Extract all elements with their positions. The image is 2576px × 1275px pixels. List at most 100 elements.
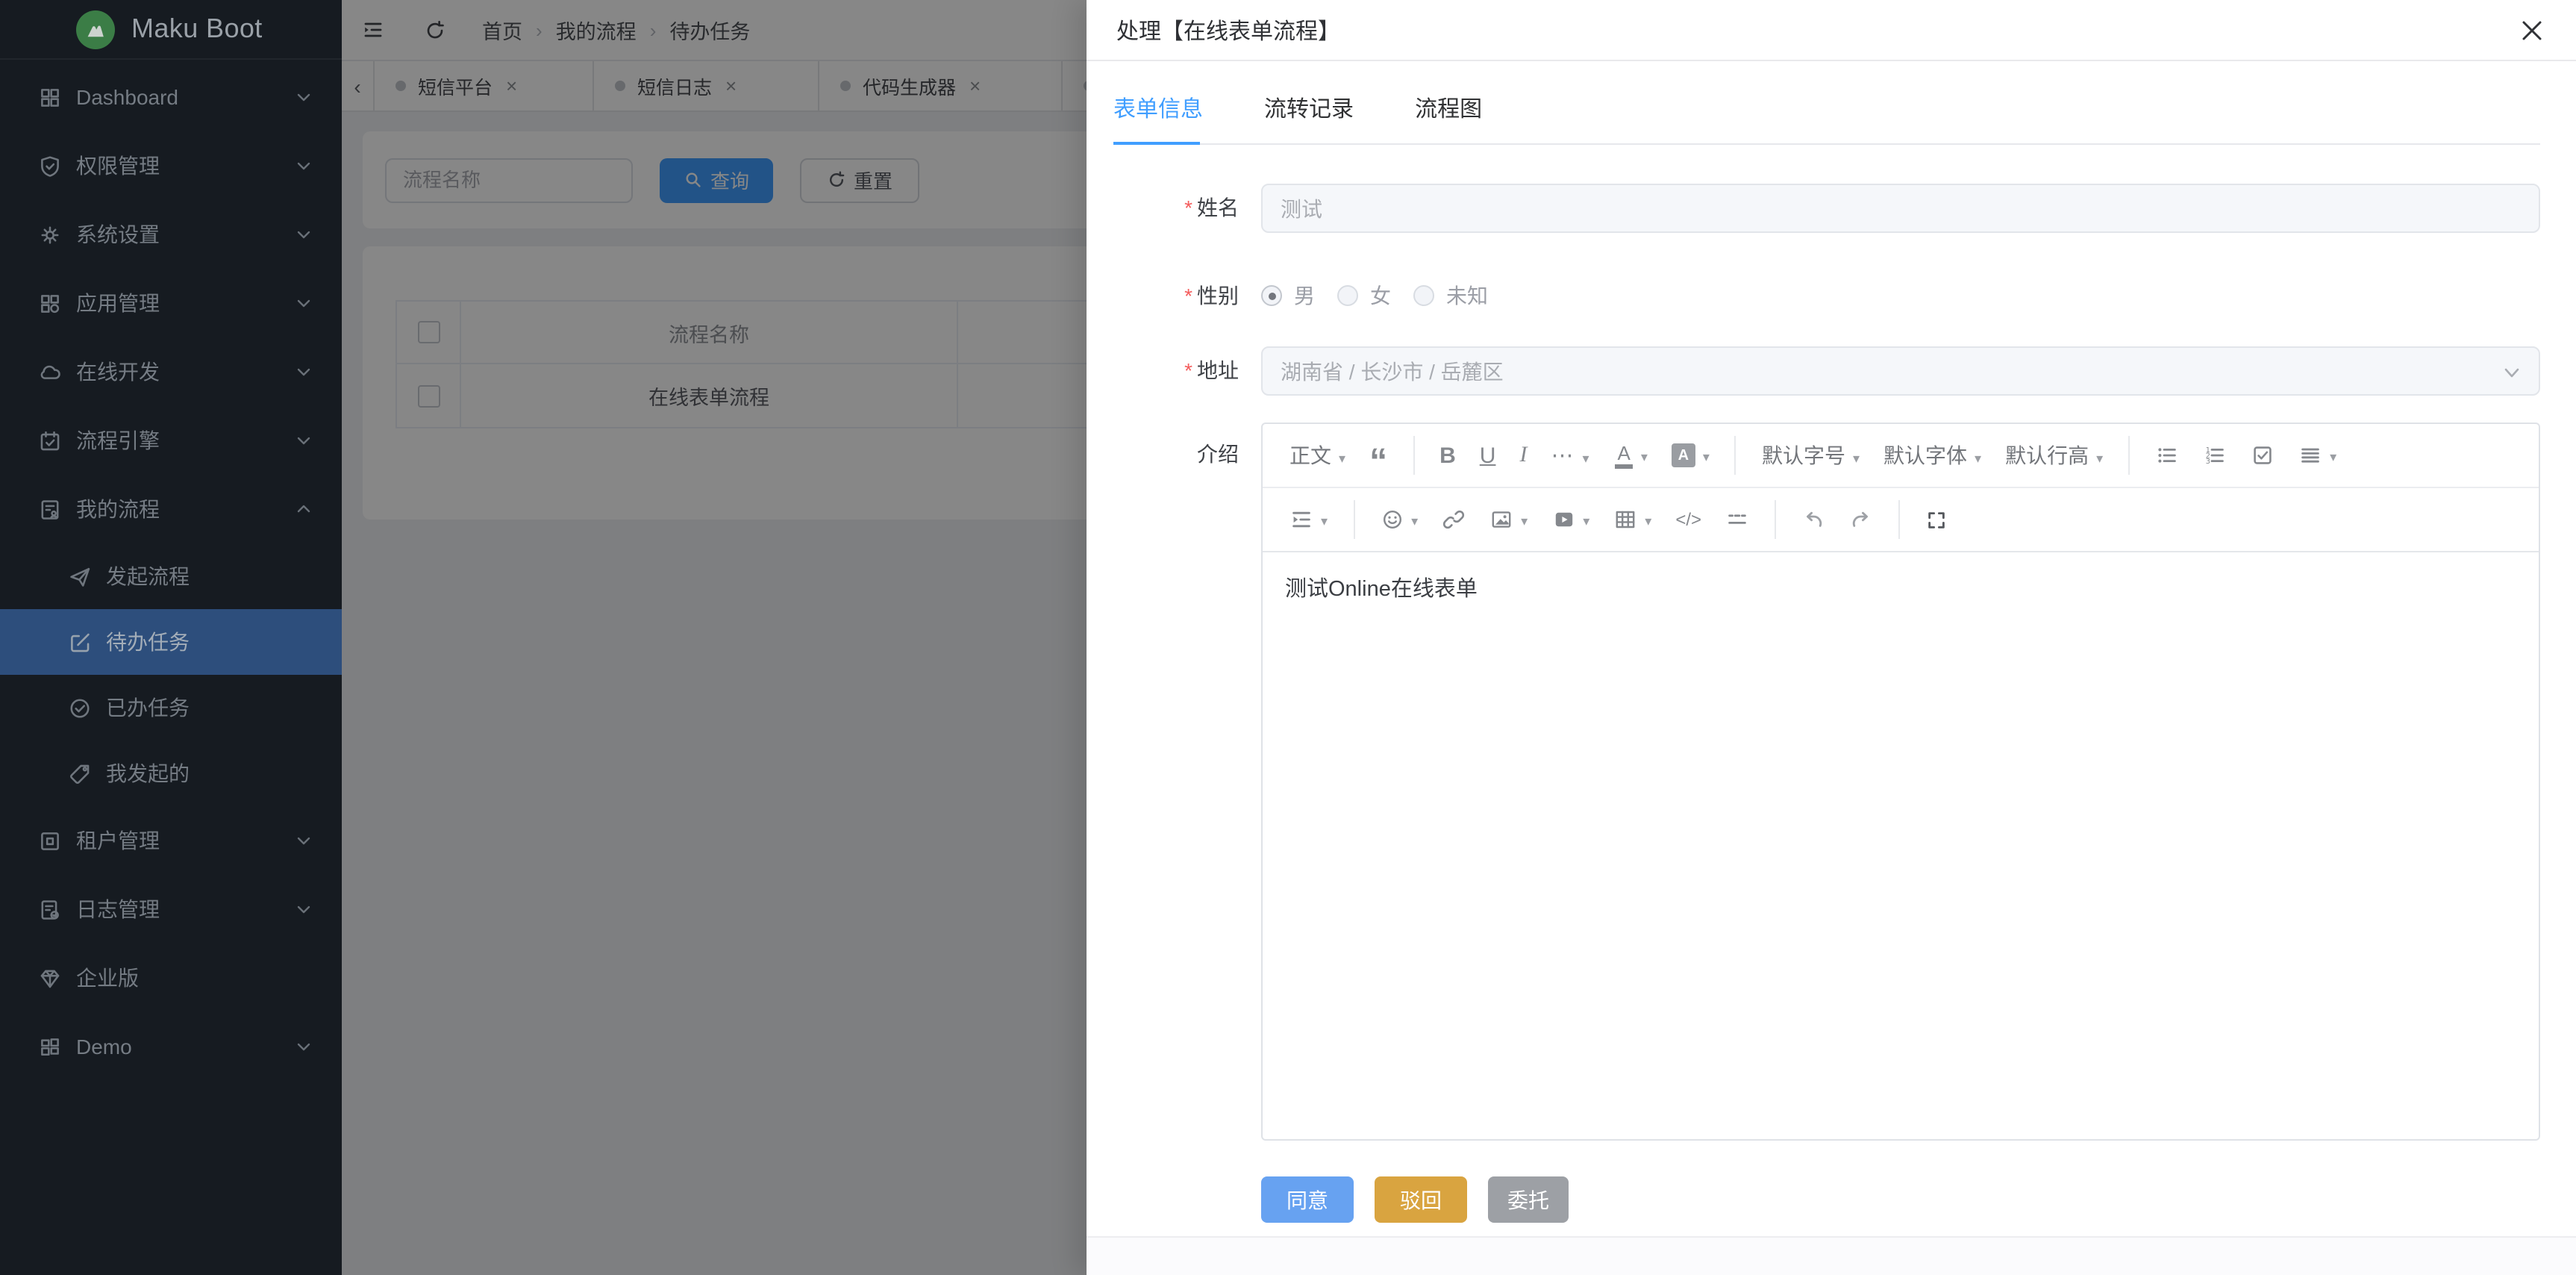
code-block-icon[interactable]: </> bbox=[1668, 499, 1709, 540]
indent-dropdown[interactable] bbox=[1282, 499, 1335, 540]
sidebar-item-demo[interactable]: Demo bbox=[0, 1012, 342, 1081]
paragraph-style-dropdown[interactable]: 正文 bbox=[1282, 434, 1353, 476]
toolbar-divider bbox=[1775, 500, 1776, 539]
caret-icon bbox=[1404, 506, 1418, 533]
app-title: Maku Boot bbox=[131, 13, 263, 45]
sidebar: Maku Boot Dashboard 权限管理 系统设置 应用管理 bbox=[0, 0, 342, 1275]
caret-icon bbox=[1967, 443, 1981, 467]
app-root: Maku Boot Dashboard 权限管理 系统设置 应用管理 bbox=[0, 0, 2576, 1275]
bg-color-dropdown[interactable]: A bbox=[1664, 434, 1717, 476]
check-circle-icon bbox=[67, 695, 93, 720]
caret-icon bbox=[1575, 443, 1590, 468]
active-tab-indicator bbox=[1113, 142, 1200, 145]
image-dropdown[interactable] bbox=[1482, 499, 1535, 540]
bullet-list-icon[interactable] bbox=[2148, 434, 2186, 476]
table-dropdown[interactable] bbox=[1606, 499, 1659, 540]
name-label: 姓名 bbox=[1197, 196, 1239, 219]
caret-icon bbox=[1637, 506, 1651, 533]
font-color-dropdown[interactable]: A bbox=[1607, 434, 1655, 476]
sidebar-item-enterprise[interactable]: 企业版 bbox=[0, 944, 342, 1012]
ordered-list-icon[interactable]: 123 bbox=[2195, 434, 2234, 476]
sidebar-item-tenant-management[interactable]: 租户管理 bbox=[0, 806, 342, 875]
delegate-button[interactable]: 委托 bbox=[1488, 1176, 1569, 1223]
sidebar-item-start-process[interactable]: 发起流程 bbox=[0, 543, 342, 609]
chevron-down-icon bbox=[296, 227, 312, 242]
font-family-dropdown[interactable]: 默认字体 bbox=[1876, 434, 1989, 476]
required-asterisk: * bbox=[1184, 196, 1192, 219]
toolbar-divider bbox=[1898, 500, 1900, 539]
gender-field-row: *性别 男 女 未知 bbox=[1113, 276, 2540, 315]
line-height-dropdown[interactable]: 默认行高 bbox=[1998, 434, 2110, 476]
radio-male[interactable]: 男 bbox=[1261, 281, 1315, 311]
sidebar-item-log-management[interactable]: 日志管理 bbox=[0, 875, 342, 944]
caret-icon bbox=[1331, 443, 1345, 467]
intro-field-row: 介绍 正文 “ B U I ⋯ A bbox=[1113, 423, 2540, 1141]
sidebar-item-todo-tasks[interactable]: 待办任务 bbox=[0, 609, 342, 675]
bold-icon[interactable]: B bbox=[1432, 434, 1463, 476]
demo-grid-icon bbox=[37, 1034, 63, 1059]
radio-unknown[interactable]: 未知 bbox=[1413, 281, 1488, 311]
radio-unchecked-icon bbox=[1337, 285, 1358, 306]
drawer-tabs: 表单信息 流转记录 流程图 bbox=[1113, 61, 2540, 124]
sidebar-item-my-process[interactable]: 我的流程 bbox=[0, 475, 342, 543]
diamond-icon bbox=[37, 965, 63, 991]
close-icon[interactable] bbox=[2521, 19, 2543, 42]
caret-icon bbox=[2089, 443, 2103, 467]
edit-square-icon bbox=[67, 629, 93, 655]
sidebar-item-done-tasks[interactable]: 已办任务 bbox=[0, 675, 342, 741]
caret-icon bbox=[1313, 506, 1328, 533]
caret-icon bbox=[1634, 442, 1648, 469]
link-icon[interactable] bbox=[1434, 499, 1473, 540]
video-dropdown[interactable] bbox=[1544, 499, 1597, 540]
radio-unchecked-icon bbox=[1413, 285, 1434, 306]
log-doc-icon bbox=[37, 897, 63, 922]
tenant-box-icon bbox=[37, 828, 63, 853]
rich-text-editor: 正文 “ B U I ⋯ A A 默认字号 bbox=[1261, 423, 2540, 1141]
editor-content[interactable]: 测试Online在线表单 bbox=[1263, 552, 2539, 1139]
sidebar-menu: Dashboard 权限管理 系统设置 应用管理 在线开发 bbox=[0, 60, 342, 1081]
tab-flow-diagram[interactable]: 流程图 bbox=[1415, 93, 1482, 124]
calendar-check-icon bbox=[37, 428, 63, 453]
redo-icon[interactable] bbox=[1842, 499, 1881, 540]
app-logo[interactable]: Maku Boot bbox=[0, 0, 342, 60]
sidebar-item-online-dev[interactable]: 在线开发 bbox=[0, 337, 342, 406]
fullscreen-icon[interactable] bbox=[1918, 499, 1955, 540]
todo-list-icon[interactable] bbox=[2243, 434, 2282, 476]
address-field-row: *地址 湖南省 / 长沙市 / 岳麓区 bbox=[1113, 346, 2540, 396]
sidebar-item-process-engine[interactable]: 流程引擎 bbox=[0, 406, 342, 475]
font-size-dropdown[interactable]: 默认字号 bbox=[1754, 434, 1867, 476]
sidebar-item-system-settings[interactable]: 系统设置 bbox=[0, 200, 342, 269]
tab-flow-records[interactable]: 流转记录 bbox=[1264, 93, 1354, 124]
logo-icon bbox=[76, 10, 115, 49]
more-styles-dropdown[interactable]: ⋯ bbox=[1543, 434, 1598, 476]
chevron-down-icon bbox=[296, 1039, 312, 1054]
required-asterisk: * bbox=[1184, 284, 1192, 308]
sidebar-item-app-management[interactable]: 应用管理 bbox=[0, 269, 342, 337]
undo-icon[interactable] bbox=[1794, 499, 1833, 540]
caret-icon bbox=[1845, 443, 1860, 467]
approve-button[interactable]: 同意 bbox=[1261, 1176, 1354, 1223]
intro-label: 介绍 bbox=[1197, 442, 1239, 466]
caret-icon bbox=[2322, 442, 2336, 469]
toolbar-divider bbox=[1413, 436, 1414, 475]
radio-female[interactable]: 女 bbox=[1337, 281, 1391, 311]
app-grid-icon bbox=[37, 290, 63, 316]
chevron-up-icon bbox=[296, 502, 312, 517]
reject-button[interactable]: 驳回 bbox=[1375, 1176, 1467, 1223]
caret-icon bbox=[1513, 506, 1528, 533]
tab-form-info[interactable]: 表单信息 bbox=[1113, 93, 1203, 124]
italic-icon[interactable]: I bbox=[1512, 434, 1534, 476]
chevron-down-icon bbox=[296, 296, 312, 311]
emoji-dropdown[interactable] bbox=[1372, 499, 1425, 540]
process-form: *姓名 测试 *性别 男 女 bbox=[1113, 184, 2540, 1223]
chevron-down-icon bbox=[296, 90, 312, 105]
align-dropdown[interactable] bbox=[2291, 434, 2344, 476]
underline-icon[interactable]: U bbox=[1472, 434, 1504, 476]
horizontal-rule-icon[interactable] bbox=[1718, 499, 1757, 540]
blockquote-icon[interactable]: “ bbox=[1362, 434, 1395, 476]
drawer-header: 处理【在线表单流程】 bbox=[1087, 0, 2576, 61]
sidebar-item-permission[interactable]: 权限管理 bbox=[0, 131, 342, 200]
sidebar-item-dashboard[interactable]: Dashboard bbox=[0, 63, 342, 131]
sidebar-item-initiated-by-me[interactable]: 我发起的 bbox=[0, 741, 342, 806]
editor-toolbar-row-2: </> bbox=[1263, 488, 2539, 552]
